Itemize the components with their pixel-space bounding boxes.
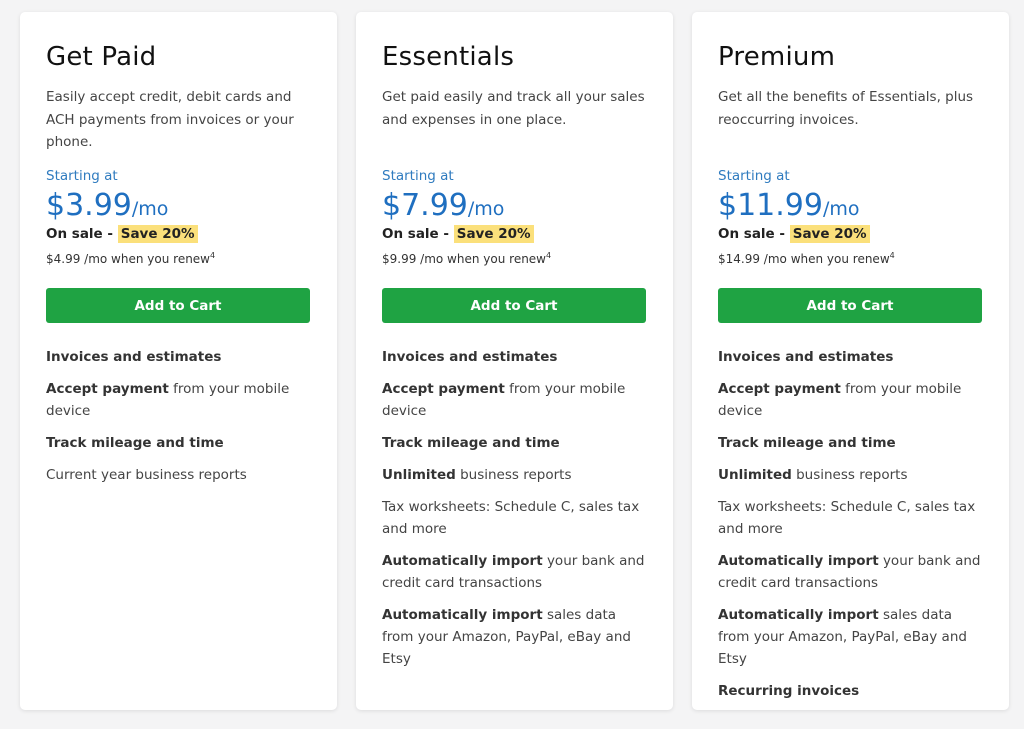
add-to-cart-button[interactable]: Add to Cart bbox=[46, 288, 310, 323]
feature-bold: Accept payment bbox=[46, 381, 169, 397]
feature-bold: Unlimited bbox=[382, 467, 456, 483]
renew-price: $9.99 /mo when you renew4 bbox=[382, 251, 551, 266]
feature-list: Invoices and estimates Accept payment fro… bbox=[46, 346, 311, 496]
feature-item: Invoices and estimates bbox=[718, 346, 983, 368]
plan-price: $11.99/mo bbox=[718, 188, 860, 223]
feature-item: Recurring invoices bbox=[718, 680, 983, 702]
feature-text: business reports bbox=[455, 467, 572, 483]
feature-item: Invoices and estimates bbox=[46, 346, 311, 368]
feature-item: Automatically import your bank and credi… bbox=[382, 550, 647, 594]
feature-bold: Invoices and estimates bbox=[46, 349, 222, 365]
feature-list: Invoices and estimates Accept payment fro… bbox=[718, 346, 983, 712]
feature-item: Track mileage and time bbox=[46, 432, 311, 454]
save-badge: Save 20% bbox=[117, 225, 198, 243]
sale-prefix: On sale - bbox=[46, 226, 118, 242]
feature-item: Accept payment from your mobile device bbox=[382, 378, 647, 422]
starting-label: Starting at bbox=[718, 168, 790, 184]
feature-bold: Track mileage and time bbox=[718, 435, 896, 451]
feature-item: Track mileage and time bbox=[382, 432, 647, 454]
save-badge: Save 20% bbox=[789, 225, 870, 243]
sale-line: On sale - Save 20% bbox=[46, 225, 198, 243]
sale-line: On sale - Save 20% bbox=[718, 225, 870, 243]
plan-card-premium: Premium Get all the benefits of Essentia… bbox=[692, 12, 1009, 710]
feature-bold: Automatically import bbox=[718, 553, 879, 569]
feature-bold: Recurring invoices bbox=[718, 683, 860, 699]
plan-description: Get paid easily and track all your sales… bbox=[382, 89, 645, 128]
feature-item: Accept payment from your mobile device bbox=[718, 378, 983, 422]
renew-price: $4.99 /mo when you renew4 bbox=[46, 251, 215, 266]
feature-bold: Accept payment bbox=[718, 381, 841, 397]
plan-title: Get Paid bbox=[46, 42, 157, 72]
starting-label: Starting at bbox=[382, 168, 454, 184]
plan-card-essentials: Essentials Get paid easily and track all… bbox=[356, 12, 673, 710]
renew-text: $9.99 /mo when you renew bbox=[382, 252, 546, 266]
plan-title: Essentials bbox=[382, 42, 515, 72]
feature-item: Tax worksheets: Schedule C, sales tax an… bbox=[718, 496, 983, 540]
renew-text: $4.99 /mo when you renew bbox=[46, 252, 210, 266]
feature-item: Automatically import your bank and credi… bbox=[718, 550, 983, 594]
add-to-cart-button[interactable]: Add to Cart bbox=[382, 288, 646, 323]
feature-text: business reports bbox=[791, 467, 908, 483]
price-period: /mo bbox=[467, 198, 505, 220]
sale-line: On sale - Save 20% bbox=[382, 225, 534, 243]
feature-bold: Automatically import bbox=[382, 553, 543, 569]
feature-text: Tax worksheets: Schedule C, sales tax an… bbox=[382, 499, 640, 537]
price-amount: $11.99 bbox=[718, 188, 823, 223]
feature-text: Current year business reports bbox=[46, 467, 247, 483]
footnote-link[interactable]: 4 bbox=[210, 251, 215, 260]
feature-bold: Unlimited bbox=[718, 467, 792, 483]
renew-price: $14.99 /mo when you renew4 bbox=[718, 251, 895, 266]
plan-description: Get all the benefits of Essentials, plus… bbox=[718, 89, 974, 128]
price-amount: $7.99 bbox=[382, 188, 468, 223]
plan-price: $7.99/mo bbox=[382, 188, 504, 223]
feature-item: Current year business reports bbox=[46, 464, 311, 486]
price-amount: $3.99 bbox=[46, 188, 132, 223]
feature-item: Tax worksheets: Schedule C, sales tax an… bbox=[382, 496, 647, 540]
feature-item: Unlimited business reports bbox=[718, 464, 983, 486]
sale-prefix: On sale - bbox=[718, 226, 790, 242]
feature-list: Invoices and estimates Accept payment fro… bbox=[382, 346, 647, 680]
add-to-cart-button[interactable]: Add to Cart bbox=[718, 288, 982, 323]
footnote-link[interactable]: 4 bbox=[890, 251, 895, 260]
price-period: /mo bbox=[131, 198, 169, 220]
feature-item: Automatically import sales data from you… bbox=[718, 604, 983, 670]
price-period: /mo bbox=[822, 198, 860, 220]
feature-bold: Invoices and estimates bbox=[718, 349, 894, 365]
plan-title: Premium bbox=[718, 42, 836, 72]
feature-text: Tax worksheets: Schedule C, sales tax an… bbox=[718, 499, 976, 537]
save-badge: Save 20% bbox=[453, 225, 534, 243]
feature-item: Unlimited business reports bbox=[382, 464, 647, 486]
feature-bold: Automatically import bbox=[718, 607, 879, 623]
feature-bold: Track mileage and time bbox=[46, 435, 224, 451]
plan-description: Easily accept credit, debit cards and AC… bbox=[46, 89, 294, 150]
feature-bold: Track mileage and time bbox=[382, 435, 560, 451]
plan-price: $3.99/mo bbox=[46, 188, 168, 223]
sale-prefix: On sale - bbox=[382, 226, 454, 242]
feature-bold: Automatically import bbox=[382, 607, 543, 623]
feature-item: Automatically import sales data from you… bbox=[382, 604, 647, 670]
plan-card-get-paid: Get Paid Easily accept credit, debit car… bbox=[20, 12, 337, 710]
feature-bold: Accept payment bbox=[382, 381, 505, 397]
footnote-link[interactable]: 4 bbox=[546, 251, 551, 260]
feature-item: Track mileage and time bbox=[718, 432, 983, 454]
renew-text: $14.99 /mo when you renew bbox=[718, 252, 890, 266]
starting-label: Starting at bbox=[46, 168, 118, 184]
feature-item: Accept payment from your mobile device bbox=[46, 378, 311, 422]
feature-bold: Invoices and estimates bbox=[382, 349, 558, 365]
feature-item: Invoices and estimates bbox=[382, 346, 647, 368]
